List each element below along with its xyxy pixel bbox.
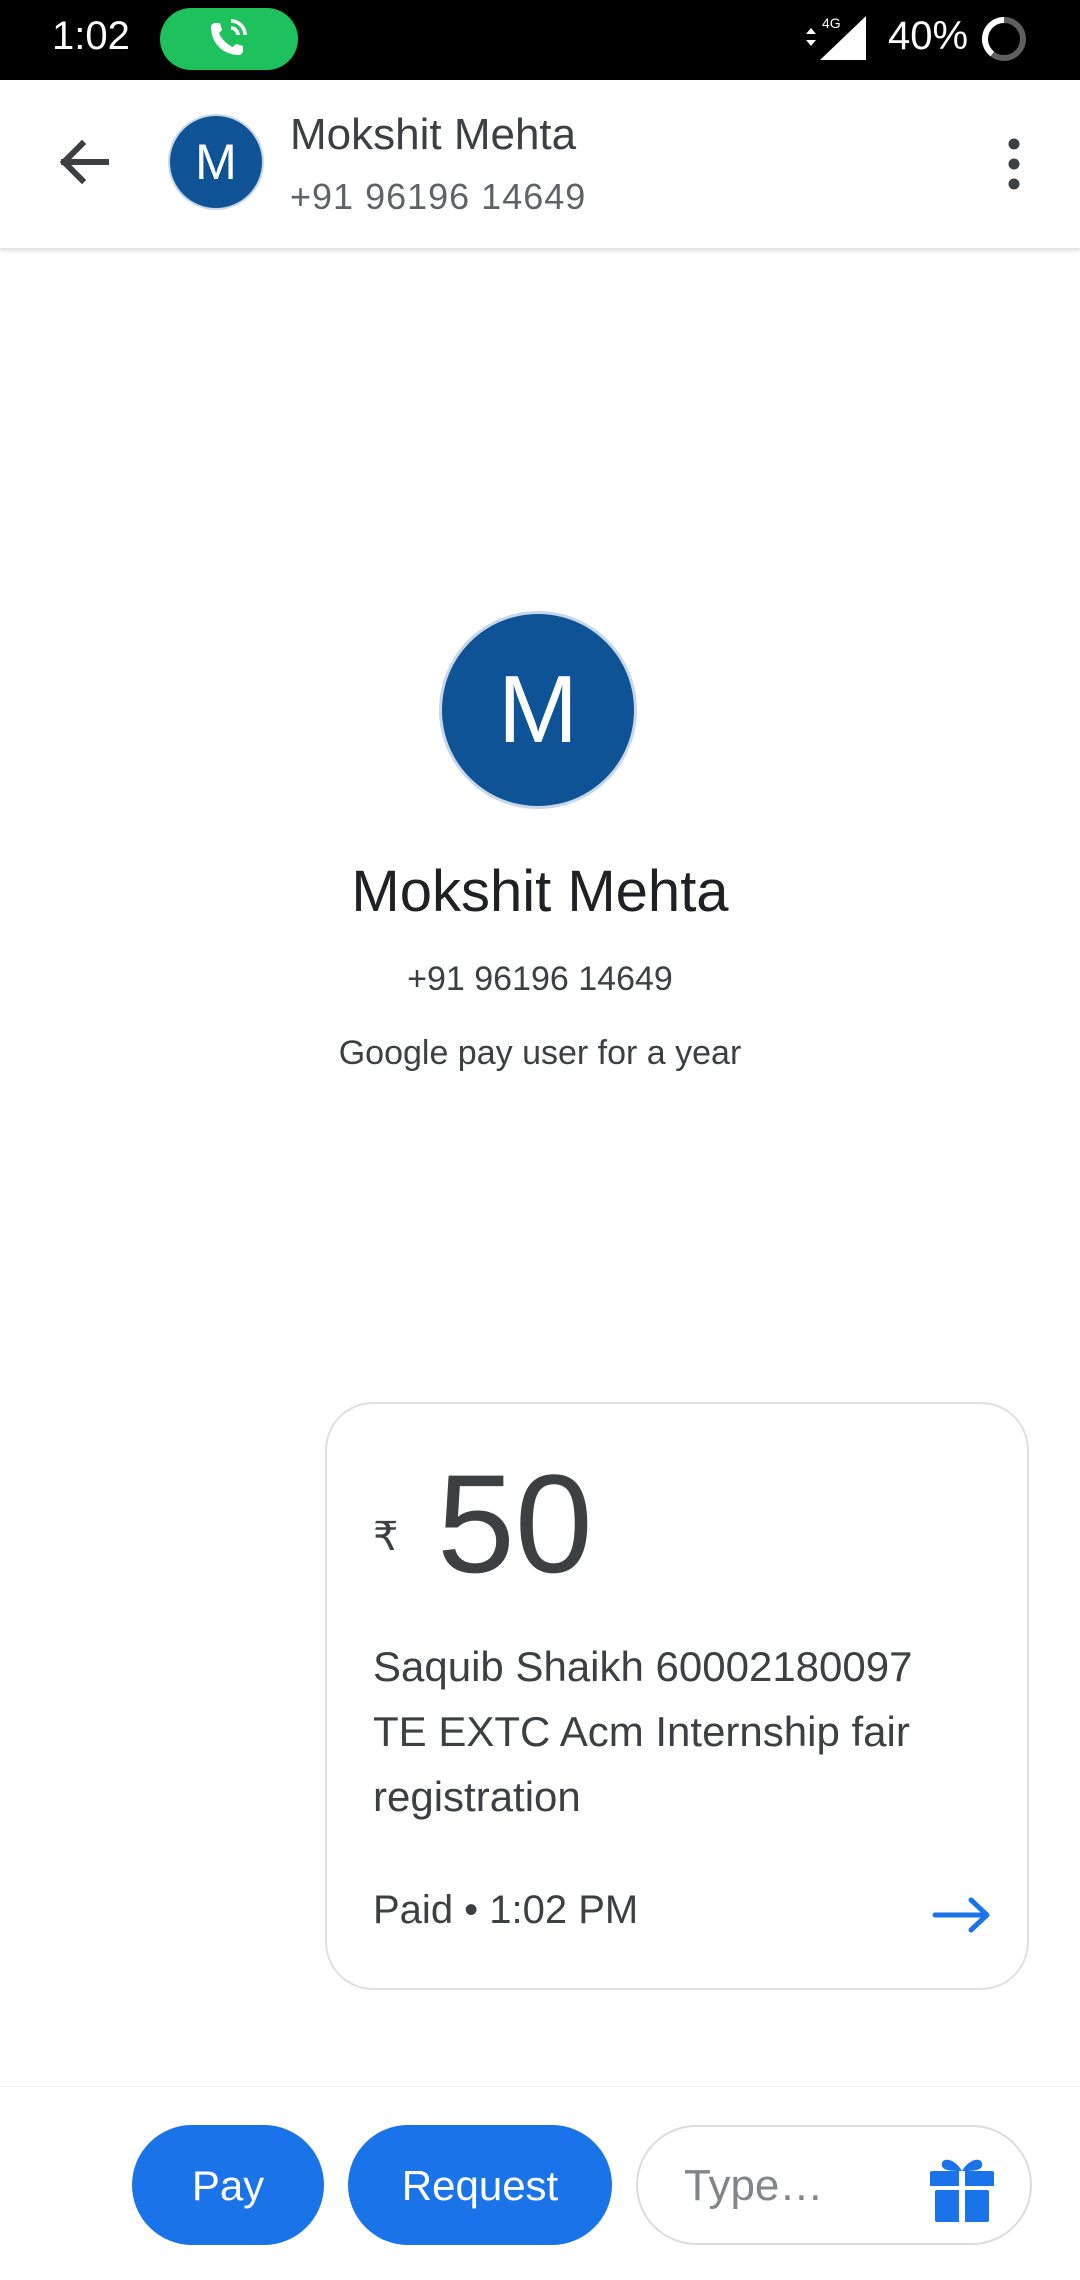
contact-phone: +91 96196 14649 bbox=[407, 960, 673, 998]
currency-symbol: ₹ bbox=[373, 1515, 399, 1559]
bottom-action-bar: Pay Request bbox=[0, 2086, 1080, 2280]
user-since-text: Google pay user for a year bbox=[338, 1034, 742, 1072]
app-bar: M Mokshit Mehta +91 96196 14649 bbox=[0, 80, 1080, 249]
request-button[interactable]: Request bbox=[348, 2125, 612, 2245]
payment-details-button[interactable] bbox=[927, 1890, 997, 1940]
more-options-button[interactable] bbox=[990, 132, 1038, 196]
arrow-forward-icon bbox=[932, 1897, 990, 1933]
contact-avatar-small[interactable]: M bbox=[170, 116, 262, 208]
payment-note: Saquib Shaikh 60002180097 TE EXTC Acm In… bbox=[373, 1643, 913, 1820]
status-time: 1:02 bbox=[52, 14, 130, 58]
message-input[interactable] bbox=[682, 2155, 906, 2217]
status-bar: 1:02 4G 40% bbox=[0, 0, 1080, 80]
ongoing-call-pill[interactable] bbox=[160, 8, 298, 70]
battery-percentage: 40% bbox=[888, 14, 969, 58]
screen: 1:02 4G 40% M Mokshit Mehta +91 96196 14… bbox=[0, 0, 1080, 2280]
signal-4g-icon: 4G bbox=[806, 15, 866, 60]
message-box bbox=[636, 2125, 1032, 2245]
network-type-label: 4G bbox=[822, 15, 841, 31]
contact-phone-header: +91 96196 14649 bbox=[290, 176, 587, 217]
arrow-back-icon bbox=[59, 139, 109, 185]
back-button[interactable] bbox=[44, 122, 124, 202]
contact-name: Mokshit Mehta bbox=[351, 859, 729, 924]
payment-card[interactable]: ₹ 50 Saquib Shaikh 60002180097 TE EXTC A… bbox=[325, 1402, 1029, 1990]
pay-button[interactable]: Pay bbox=[132, 2125, 324, 2245]
payment-amount: 50 bbox=[437, 1445, 593, 1602]
battery-icon bbox=[981, 16, 1026, 61]
gift-icon bbox=[930, 2159, 994, 2222]
contact-name-header[interactable]: Mokshit Mehta bbox=[290, 110, 576, 160]
payment-status: Paid • 1:02 PM bbox=[373, 1888, 639, 1932]
contact-avatar-large: M bbox=[442, 614, 634, 806]
phone-call-icon bbox=[211, 19, 247, 55]
gift-button[interactable] bbox=[924, 2149, 1000, 2225]
more-vert-icon bbox=[1008, 138, 1020, 190]
